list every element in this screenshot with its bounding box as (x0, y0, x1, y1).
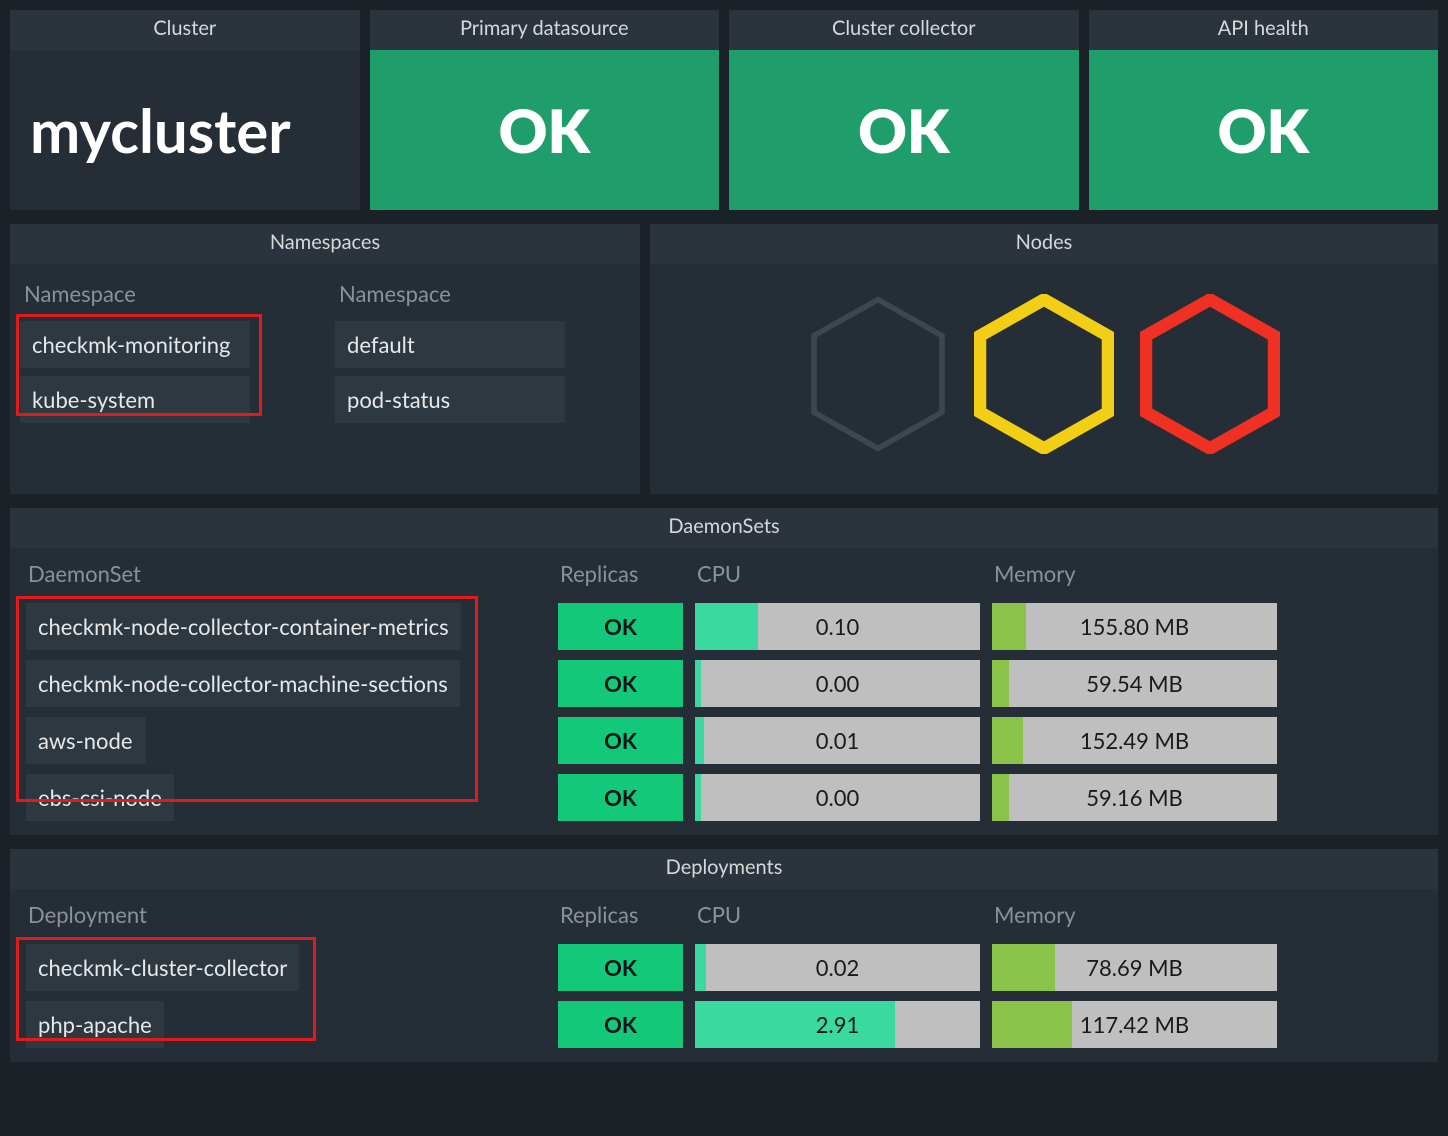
namespace-item[interactable]: checkmk-monitoring (20, 321, 250, 368)
memory-value: 152.49 MB (1080, 727, 1189, 754)
cpu-value: 0.10 (816, 613, 859, 640)
replicas-col-header: Replicas (558, 554, 683, 593)
replicas-status: OK (558, 603, 683, 650)
daemonsets-header: DaemonSets (10, 508, 1438, 548)
daemonset-col-header: DaemonSet (26, 554, 546, 593)
namespace-item[interactable]: default (335, 321, 565, 368)
memory-col-header: Memory (992, 554, 1277, 593)
node-hexagon-icon[interactable] (974, 294, 1114, 454)
cpu-bar: 0.00 (695, 660, 980, 707)
daemonset-item[interactable]: aws-node (26, 717, 146, 764)
daemonset-item[interactable]: checkmk-node-collector-machine-sections (26, 660, 460, 707)
nodes-header: Nodes (650, 224, 1438, 264)
cpu-bar: 2.91 (695, 1001, 980, 1048)
deployment-item[interactable]: checkmk-cluster-collector (26, 944, 299, 991)
cpu-value: 2.91 (816, 1011, 859, 1038)
cpu-value: 0.00 (816, 670, 859, 697)
daemonset-item[interactable]: ebs-csi-node (26, 774, 174, 821)
deployments-panel: Deployments Deployment Replicas CPU Memo… (10, 849, 1438, 1062)
namespaces-header: Namespaces (10, 224, 640, 264)
replicas-status: OK (558, 774, 683, 821)
primary-datasource-header: Primary datasource (370, 10, 720, 50)
nodes-panel: Nodes (650, 224, 1438, 494)
replicas-col-header: Replicas (558, 895, 683, 934)
memory-bar: 152.49 MB (992, 717, 1277, 764)
primary-datasource-panel: Primary datasource OK (370, 10, 720, 210)
replicas-status: OK (558, 717, 683, 764)
memory-bar: 78.69 MB (992, 944, 1277, 991)
api-health-status: OK (1089, 50, 1439, 210)
memory-bar: 59.54 MB (992, 660, 1277, 707)
memory-value: 117.42 MB (1080, 1011, 1189, 1038)
cluster-collector-panel: Cluster collector OK (729, 10, 1079, 210)
memory-value: 78.69 MB (1086, 954, 1183, 981)
memory-col-header: Memory (992, 895, 1277, 934)
cpu-col-header: CPU (695, 554, 980, 593)
cluster-collector-header: Cluster collector (729, 10, 1079, 50)
replicas-status: OK (558, 944, 683, 991)
memory-bar: 117.42 MB (992, 1001, 1277, 1048)
api-health-panel: API health OK (1089, 10, 1439, 210)
namespace-item[interactable]: kube-system (20, 376, 250, 423)
cpu-bar: 0.00 (695, 774, 980, 821)
namespaces-col-1: Namespace checkmk-monitoring kube-system (10, 264, 325, 451)
replicas-status: OK (558, 1001, 683, 1048)
namespace-col-header: Namespace (335, 274, 630, 321)
deployment-col-header: Deployment (26, 895, 546, 934)
memory-value: 59.54 MB (1086, 670, 1183, 697)
api-health-header: API health (1089, 10, 1439, 50)
cpu-bar: 0.01 (695, 717, 980, 764)
daemonsets-panel: DaemonSets DaemonSet Replicas CPU Memory… (10, 508, 1438, 835)
cluster-header: Cluster (10, 10, 360, 50)
memory-bar: 59.16 MB (992, 774, 1277, 821)
cpu-value: 0.01 (816, 727, 859, 754)
cpu-value: 0.02 (816, 954, 859, 981)
cpu-bar: 0.10 (695, 603, 980, 650)
node-hexagon-icon[interactable] (1140, 294, 1280, 454)
memory-value: 155.80 MB (1080, 613, 1189, 640)
cpu-value: 0.00 (816, 784, 859, 811)
daemonset-item[interactable]: checkmk-node-collector-container-metrics (26, 603, 461, 650)
namespaces-col-2: Namespace default pod-status (325, 264, 640, 451)
node-hexagon-icon[interactable] (808, 294, 948, 454)
cpu-col-header: CPU (695, 895, 980, 934)
replicas-status: OK (558, 660, 683, 707)
cluster-collector-status: OK (729, 50, 1079, 210)
deployment-item[interactable]: php-apache (26, 1001, 164, 1048)
cluster-name: mycluster (10, 50, 360, 210)
deployments-header: Deployments (10, 849, 1438, 889)
memory-value: 59.16 MB (1086, 784, 1183, 811)
namespaces-panel: Namespaces Namespace checkmk-monitoring … (10, 224, 640, 494)
primary-datasource-status: OK (370, 50, 720, 210)
namespace-item[interactable]: pod-status (335, 376, 565, 423)
namespace-col-header: Namespace (20, 274, 315, 321)
memory-bar: 155.80 MB (992, 603, 1277, 650)
cluster-panel: Cluster mycluster (10, 10, 360, 210)
cpu-bar: 0.02 (695, 944, 980, 991)
